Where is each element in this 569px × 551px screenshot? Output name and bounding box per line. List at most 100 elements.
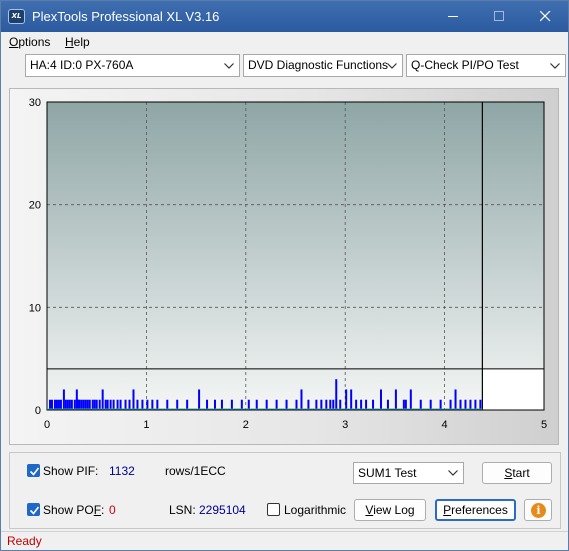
- maximize-icon: [494, 11, 504, 21]
- data-bar: [106, 399, 109, 410]
- y-tick-label: 10: [29, 302, 41, 314]
- preferences-label: references: [451, 503, 508, 517]
- chevron-down-icon: [448, 470, 458, 476]
- controls-panel: Show PIF: 1132 rows/1ECC SUM1 Test Start…: [9, 452, 561, 529]
- show-pif-label: Show PIF:: [43, 464, 99, 478]
- data-bar: [365, 399, 368, 410]
- lsn-value: 2295104: [199, 503, 246, 517]
- x-tick-label: 1: [143, 419, 149, 431]
- data-bar: [213, 399, 216, 410]
- data-bar: [82, 399, 85, 410]
- minimize-icon: [448, 16, 458, 17]
- data-bar: [479, 399, 482, 410]
- close-button[interactable]: [522, 1, 568, 32]
- chart-area: 0 1 2 3 4 5 0 10 20 30: [9, 88, 559, 445]
- data-bar: [345, 389, 348, 410]
- function-select-value: DVD Diagnostic Functions: [248, 58, 389, 72]
- title-bar: XL PlexTools Professional XL V3.16: [1, 1, 568, 32]
- data-bar: [247, 399, 250, 410]
- data-bar: [325, 399, 328, 410]
- data-bar: [98, 399, 101, 410]
- show-pof-checkbox[interactable]: [27, 503, 40, 516]
- data-bar: [300, 389, 303, 410]
- app-logo-icon: XL: [8, 9, 25, 24]
- maximize-button[interactable]: [476, 1, 522, 32]
- data-bar: [70, 399, 73, 410]
- drive-select[interactable]: HA:4 ID:0 PX-760A: [25, 54, 240, 77]
- view-log-label: iew Log: [373, 503, 415, 517]
- data-bar: [307, 399, 310, 410]
- menu-help[interactable]: Help: [65, 35, 90, 49]
- x-tick-label: 2: [243, 419, 249, 431]
- data-bar: [409, 389, 412, 410]
- data-bar: [116, 399, 119, 410]
- data-bar: [402, 399, 405, 410]
- data-bar: [86, 399, 89, 410]
- start-button[interactable]: Start: [482, 462, 552, 484]
- minimize-button[interactable]: [430, 1, 476, 32]
- chevron-down-icon: [550, 63, 560, 69]
- logarithmic-checkbox[interactable]: [267, 503, 280, 516]
- preferences-button[interactable]: Preferences: [435, 499, 516, 521]
- data-bar: [474, 399, 477, 410]
- data-bar: [166, 399, 169, 410]
- data-bar: [220, 399, 223, 410]
- show-pif-checkbox[interactable]: [27, 464, 40, 477]
- view-log-button[interactable]: View Log: [354, 499, 426, 521]
- menu-bar: Options Help: [1, 32, 568, 53]
- test-select[interactable]: Q-Check PI/PO Test: [406, 54, 566, 77]
- data-bar: [360, 399, 363, 410]
- data-bar: [59, 399, 62, 410]
- data-bar: [439, 399, 442, 410]
- data-bar: [206, 399, 209, 410]
- data-bar: [112, 399, 115, 410]
- data-bar: [469, 399, 472, 410]
- chevron-down-icon: [387, 63, 397, 69]
- data-bar: [265, 399, 268, 410]
- start-label: tart: [512, 466, 530, 480]
- data-bar: [186, 399, 189, 410]
- status-bar: Ready: [1, 531, 568, 550]
- data-bar: [255, 399, 258, 410]
- data-bar: [64, 399, 67, 410]
- data-bar: [176, 399, 179, 410]
- data-bar: [394, 389, 397, 410]
- pi-po-chart: 0 1 2 3 4 5 0 10 20 30: [29, 97, 547, 431]
- data-bar: [55, 399, 58, 410]
- x-tick-label: 5: [541, 419, 547, 431]
- data-bar: [335, 379, 338, 410]
- info-icon: i: [531, 503, 546, 518]
- app-window: XL PlexTools Professional XL V3.16 Optio…: [0, 0, 569, 551]
- data-bar: [124, 399, 127, 410]
- data-bar: [136, 399, 139, 410]
- data-bar: [146, 399, 149, 410]
- sum-test-select[interactable]: SUM1 Test: [353, 462, 464, 484]
- toolbar: HA:4 ID:0 PX-760A DVD Diagnostic Functio…: [1, 53, 568, 81]
- plot-background: [47, 102, 544, 410]
- data-bar: [355, 399, 358, 410]
- data-bar: [419, 399, 422, 410]
- data-bar: [332, 399, 335, 410]
- function-select[interactable]: DVD Diagnostic Functions: [243, 54, 403, 77]
- data-bar: [50, 399, 53, 410]
- show-pof-mnemonic: F: [93, 503, 102, 517]
- data-bar: [119, 399, 122, 410]
- data-bar: [350, 389, 353, 410]
- chevron-down-icon: [224, 63, 234, 69]
- data-bar: [109, 399, 112, 410]
- logarithmic-label: Logarithmic: [284, 503, 347, 517]
- data-bar: [53, 399, 56, 410]
- data-bar: [230, 399, 233, 410]
- data-bar: [295, 399, 298, 410]
- info-button[interactable]: i: [524, 499, 552, 521]
- data-bar: [404, 399, 407, 410]
- data-bar: [285, 399, 288, 410]
- data-bar: [464, 399, 467, 410]
- show-pof-label: Show POF:: [43, 503, 104, 517]
- data-bar: [240, 399, 243, 410]
- data-bar: [91, 399, 94, 410]
- menu-options[interactable]: Options: [9, 35, 50, 49]
- preferences-mnemonic: P: [443, 503, 452, 517]
- show-pof-label-pre: Show PO: [43, 503, 94, 517]
- data-bar: [320, 399, 323, 410]
